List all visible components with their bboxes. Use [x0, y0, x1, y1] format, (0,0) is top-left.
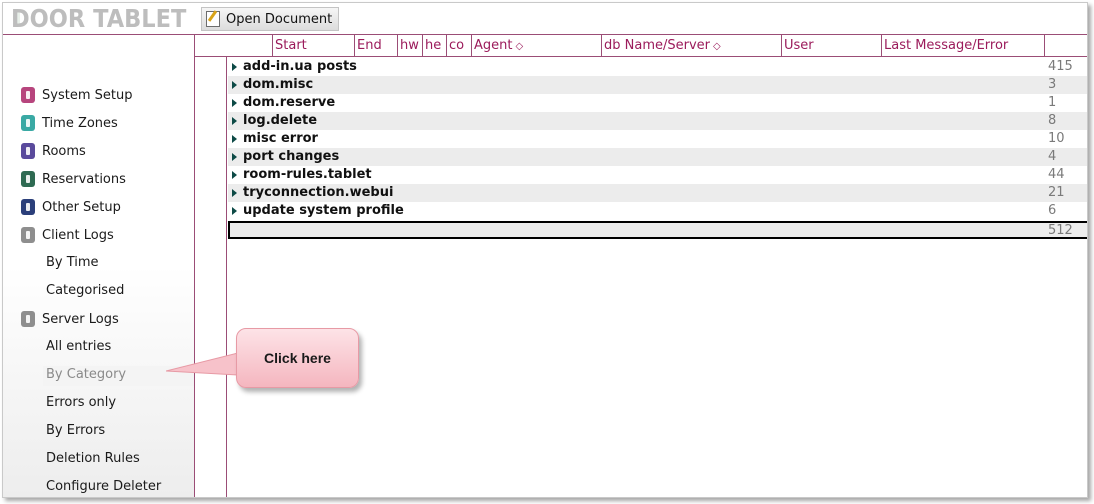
category-row[interactable]: add-in.ua posts 415: [228, 58, 1087, 76]
column-header-start[interactable]: Start: [272, 35, 354, 56]
app-icon: [21, 143, 35, 159]
sidebar-subitem-by-category[interactable]: By Category: [46, 365, 126, 385]
sort-icon: ◇: [515, 41, 524, 52]
column-headers: Start End hw he co Agent ◇ db Name/Server…: [195, 35, 1087, 57]
app-icon: [21, 171, 35, 187]
callout-pointer: [166, 352, 238, 376]
category-name: add-in.ua posts: [243, 59, 357, 74]
total-row: 512: [228, 221, 1087, 239]
category-row[interactable]: log.delete 8: [228, 112, 1087, 130]
category-count: 6: [1048, 203, 1057, 218]
category-row[interactable]: room-rules.tablet 44: [228, 166, 1087, 184]
sidebar: System Setup Time Zones Rooms Reservatio…: [3, 34, 195, 497]
open-document-button[interactable]: Open Document: [201, 7, 340, 31]
expand-triangle-icon[interactable]: [232, 117, 237, 125]
sidebar-subitem-all-entries[interactable]: All entries: [46, 337, 111, 357]
open-document-label: Open Document: [226, 11, 333, 27]
sidebar-item-label: Time Zones: [42, 115, 118, 131]
sidebar-item-rooms[interactable]: Rooms: [21, 141, 86, 161]
sidebar-item-system-setup[interactable]: System Setup: [21, 85, 132, 105]
app-icon: [21, 87, 35, 103]
app-icon: [21, 115, 35, 131]
column-header-count: [1044, 35, 1087, 56]
category-count: 4: [1048, 149, 1057, 164]
expand-triangle-icon[interactable]: [232, 99, 237, 107]
category-list: add-in.ua posts 415 dom.misc 3 dom.reser…: [228, 58, 1087, 239]
app-icon: [21, 199, 35, 215]
column-header-hw[interactable]: hw: [397, 35, 420, 56]
column-divider: [226, 35, 227, 497]
column-header-user[interactable]: User: [781, 35, 880, 56]
edit-document-icon: [206, 11, 220, 27]
sidebar-item-label: Other Setup: [42, 199, 121, 215]
expand-triangle-icon[interactable]: [232, 135, 237, 143]
sidebar-subitem-configure-deleter[interactable]: Configure Deleter: [46, 477, 161, 497]
column-header-label: Agent: [474, 38, 513, 53]
column-header-db-name-server[interactable]: db Name/Server ◇: [601, 35, 780, 56]
sidebar-item-label: Rooms: [42, 143, 86, 159]
toolbar: Open Document: [196, 3, 1087, 35]
sidebar-item-reservations[interactable]: Reservations: [21, 169, 126, 189]
category-name: tryconnection.webui: [243, 185, 394, 200]
category-name: update system profile: [243, 203, 404, 218]
column-header-last-message[interactable]: Last Message/Error: [881, 35, 1044, 56]
sidebar-item-other-setup[interactable]: Other Setup: [21, 197, 121, 217]
sidebar-subitem-by-time[interactable]: By Time: [46, 253, 99, 273]
category-name: room-rules.tablet: [243, 167, 372, 182]
expand-triangle-icon[interactable]: [232, 207, 237, 215]
app-icon: [21, 311, 35, 327]
expand-triangle-icon[interactable]: [232, 63, 237, 71]
sidebar-subitem-categorised[interactable]: Categorised: [46, 281, 124, 301]
sidebar-item-time-zones[interactable]: Time Zones: [21, 113, 118, 133]
category-count: 3: [1048, 77, 1057, 92]
sidebar-subitem-deletion-rules[interactable]: Deletion Rules: [46, 449, 140, 469]
category-count: 10: [1048, 131, 1065, 146]
sidebar-item-label: System Setup: [42, 87, 133, 103]
category-name: dom.reserve: [243, 95, 336, 110]
category-count: 415: [1048, 59, 1073, 74]
sidebar-item-label: Reservations: [42, 171, 126, 187]
category-name: misc error: [243, 131, 318, 146]
column-header-end[interactable]: End: [354, 35, 397, 56]
total-count: 512: [1048, 223, 1073, 238]
category-count: 8: [1048, 113, 1057, 128]
category-row[interactable]: update system profile 6: [228, 202, 1087, 220]
category-name: port changes: [243, 149, 340, 164]
category-row[interactable]: misc error 10: [228, 130, 1087, 148]
column-header-agent[interactable]: Agent ◇: [471, 35, 600, 56]
category-count: 21: [1048, 185, 1065, 200]
app-window: DOOR TABLET Open Document System Setup T…: [2, 2, 1088, 498]
column-header-label: db Name/Server: [604, 38, 710, 53]
logo: DOOR TABLET: [3, 3, 195, 34]
app-icon: [21, 227, 35, 243]
category-row[interactable]: dom.misc 3: [228, 76, 1087, 94]
sidebar-subitem-errors-only[interactable]: Errors only: [46, 393, 116, 413]
column-header-he[interactable]: he: [422, 35, 445, 56]
sidebar-subitem-by-errors[interactable]: By Errors: [46, 421, 105, 441]
logo-text: DOOR TABLET: [11, 3, 187, 33]
expand-triangle-icon[interactable]: [232, 153, 237, 161]
sidebar-item-client-logs[interactable]: Client Logs: [21, 225, 114, 245]
category-row[interactable]: dom.reserve 1: [228, 94, 1087, 112]
category-count: 1: [1048, 95, 1057, 110]
category-row[interactable]: port changes 4: [228, 148, 1087, 166]
log-view: Start End hw he co Agent ◇ db Name/Server…: [195, 34, 1087, 497]
expand-triangle-icon[interactable]: [232, 81, 237, 89]
category-row[interactable]: tryconnection.webui 21: [228, 184, 1087, 202]
click-here-callout: Click here: [236, 328, 359, 388]
sidebar-item-label: Client Logs: [42, 227, 114, 243]
sidebar-item-label: Server Logs: [42, 311, 119, 327]
expand-triangle-icon[interactable]: [232, 189, 237, 197]
column-header-co[interactable]: co: [446, 35, 469, 56]
category-count: 44: [1048, 167, 1065, 182]
sort-icon: ◇: [713, 41, 721, 52]
expand-triangle-icon[interactable]: [232, 171, 237, 179]
sidebar-item-server-logs[interactable]: Server Logs: [21, 309, 119, 329]
category-name: log.delete: [243, 113, 318, 128]
category-name: dom.misc: [243, 77, 314, 92]
